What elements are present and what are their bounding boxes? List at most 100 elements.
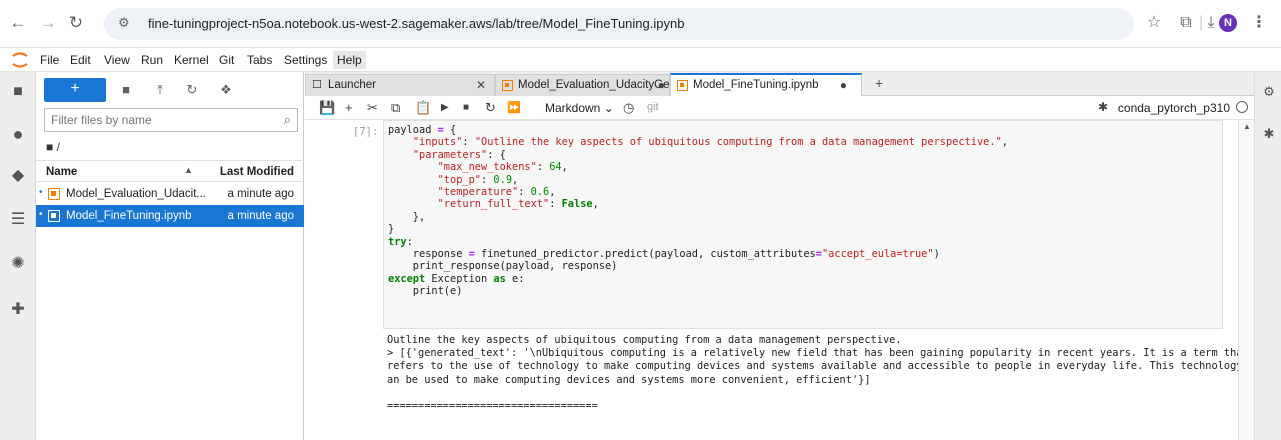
menu-kernel[interactable]: Kernel (174, 53, 209, 67)
menu-view[interactable]: View (104, 53, 130, 67)
menu-settings[interactable]: Settings (284, 53, 327, 67)
git-label[interactable]: git (647, 101, 659, 113)
column-last-modified[interactable]: Last Modified (220, 166, 294, 178)
code-line[interactable]: "inputs": "Outline the key aspects of ub… (388, 136, 1008, 148)
notebook-toolbar: 💾 + ✂ ⧉ 📋 ▶ ■ ↻ ⏩ Markdown ⌄ ◷ git ✱ con… (305, 96, 1254, 120)
file-name[interactable]: Model_FineTuning.ipynb (66, 210, 192, 222)
property-inspector-icon[interactable]: ⚙ (1259, 82, 1279, 102)
cut-icon[interactable]: ✂ (367, 100, 378, 116)
vertical-scrollbar[interactable]: ▲ (1238, 120, 1254, 440)
tab-label: Model_FineTuning.ipynb (693, 79, 819, 91)
code-line[interactable]: } (388, 223, 1008, 235)
menu-git[interactable]: Git (219, 53, 234, 67)
jupyter-menubar: File Edit View Run Kernel Git Tabs Setti… (0, 48, 1281, 72)
code-line[interactable]: try: (388, 236, 1008, 248)
table-of-contents-icon[interactable]: ☰ (8, 210, 28, 230)
copy-icon[interactable]: ⧉ (391, 100, 400, 116)
menu-run[interactable]: Run (141, 53, 163, 67)
cell-type-select[interactable]: Markdown ⌄ (545, 101, 614, 115)
menu-help[interactable]: Help (333, 51, 366, 69)
sort-up-icon[interactable]: ▲ (184, 165, 193, 175)
code-line[interactable]: print(e) (388, 285, 1008, 297)
filter-box: ⌕ (44, 108, 298, 132)
column-name[interactable]: Name (46, 166, 77, 178)
browser-menu-icon[interactable]: ⋮ (1248, 12, 1270, 34)
address-bar[interactable]: ⚙ fine-tuningproject-n5oa.notebook.us-we… (104, 8, 1134, 40)
right-activity-bar: ⚙ ✱ (1254, 72, 1281, 440)
code-line[interactable]: payload = { (388, 124, 1008, 136)
scroll-up-icon[interactable]: ▲ (1243, 122, 1251, 131)
unsaved-dot-icon[interactable]: ● (840, 78, 847, 92)
kernel-name[interactable]: conda_pytorch_p310 (1118, 101, 1230, 115)
chevron-down-icon: ⌄ (603, 101, 614, 115)
output-line: an be used to make computing devices and… (387, 373, 871, 386)
code-line[interactable]: "top_p": 0.9, (388, 174, 1008, 186)
restart-icon[interactable]: ↻ (485, 100, 496, 116)
code-line[interactable]: response = finetuned_predictor.predict(p… (388, 248, 1008, 260)
code-line[interactable]: }, (388, 211, 1008, 223)
fast-forward-icon[interactable]: ⏩ (507, 101, 521, 114)
code-line[interactable]: "max_new_tokens": 64, (388, 161, 1008, 173)
unsaved-dot-icon[interactable]: ● (658, 78, 665, 92)
file-name[interactable]: Model_Evaluation_Udacit... (66, 188, 206, 200)
new-folder-icon[interactable]: ■ (116, 80, 136, 100)
breadcrumb[interactable]: ■ / (46, 140, 60, 154)
code-line[interactable]: "parameters": { (388, 149, 1008, 161)
document-tab-bar: ☐ Launcher ✕ Model_Evaluation_UdacityGe … (305, 72, 1254, 97)
run-icon[interactable]: ▶ (441, 102, 449, 113)
menu-tabs[interactable]: Tabs (247, 53, 272, 67)
cell-type-value: Markdown (545, 101, 601, 115)
code-cell-editor[interactable]: payload = { "inputs": "Outline the key a… (383, 120, 1223, 329)
output-line: ================================== (387, 400, 598, 413)
tab-model-evaluation[interactable]: Model_Evaluation_UdacityGe ● (495, 74, 670, 96)
back-icon[interactable]: ← (8, 13, 28, 33)
forward-icon[interactable]: → (38, 13, 58, 33)
close-icon[interactable]: ✕ (476, 78, 486, 92)
stop-icon[interactable]: ■ (463, 102, 469, 113)
code-line[interactable]: "return_full_text": False, (388, 198, 1008, 210)
git-icon[interactable]: ◆ (8, 166, 28, 186)
output-line: Outline the key aspects of ubiquitous co… (387, 334, 902, 346)
site-info-icon[interactable]: ⚙ (118, 15, 130, 31)
upload-icon[interactable]: ⤒ (150, 80, 170, 100)
download-icon[interactable]: ⤓ (1200, 12, 1222, 34)
running-kernels-icon[interactable]: ● (8, 124, 28, 144)
file-row-selected[interactable]: • Model_FineTuning.ipynb a minute ago (36, 205, 304, 227)
debugger-bug-icon[interactable]: ✱ (1098, 100, 1108, 114)
paste-icon[interactable]: 📋 (415, 100, 431, 116)
puzzle-icon[interactable]: ✚ (8, 300, 28, 320)
notebook-icon (677, 80, 688, 91)
breadcrumb-root[interactable]: / (57, 140, 60, 154)
filter-input[interactable] (45, 109, 271, 131)
menu-file[interactable]: File (40, 53, 59, 67)
new-launcher-button[interactable]: + (44, 78, 106, 102)
menu-edit[interactable]: Edit (70, 53, 91, 67)
extension-manager-icon[interactable]: ✺ (8, 254, 28, 274)
code-text[interactable]: payload = { "inputs": "Outline the key a… (388, 124, 1008, 298)
git-clone-icon[interactable]: ❖ (216, 80, 236, 100)
code-line[interactable]: print_response(payload, response) (388, 260, 1008, 272)
url-text[interactable]: fine-tuningproject-n5oa.notebook.us-west… (148, 16, 684, 31)
code-line[interactable]: "temperature": 0.6, (388, 186, 1008, 198)
jupyter-logo-icon (12, 52, 28, 68)
reload-icon[interactable]: ↻ (66, 13, 86, 33)
clock-icon[interactable]: ◷ (623, 100, 634, 116)
extensions-icon[interactable]: ⧉ (1175, 12, 1197, 34)
folder-home-icon[interactable]: ■ (46, 140, 53, 154)
code-line[interactable]: except Exception as e: (388, 273, 1008, 285)
refresh-icon[interactable]: ↻ (182, 80, 202, 100)
tab-launcher[interactable]: ☐ Launcher ✕ (305, 74, 495, 96)
save-icon[interactable]: 💾 (319, 100, 335, 116)
notebook-icon (48, 188, 60, 200)
insert-cell-icon[interactable]: + (345, 100, 353, 115)
notebook-panel: [7]: payload = { "inputs": "Outline the … (305, 120, 1255, 440)
folder-icon[interactable]: ■ (8, 82, 28, 102)
browser-toolbar: ← → ↻ ⚙ fine-tuningproject-n5oa.notebook… (0, 0, 1281, 48)
bookmark-star-icon[interactable]: ☆ (1143, 12, 1165, 34)
debugger-icon[interactable]: ✱ (1259, 124, 1279, 144)
running-dot-icon: • (39, 209, 43, 220)
tab-label: Model_Evaluation_UdacityGe (518, 79, 670, 91)
tab-model-finetuning[interactable]: Model_FineTuning.ipynb ● (670, 73, 862, 97)
file-row[interactable]: • Model_Evaluation_Udacit... a minute ag… (36, 183, 304, 205)
add-tab-icon[interactable]: + (875, 75, 883, 91)
